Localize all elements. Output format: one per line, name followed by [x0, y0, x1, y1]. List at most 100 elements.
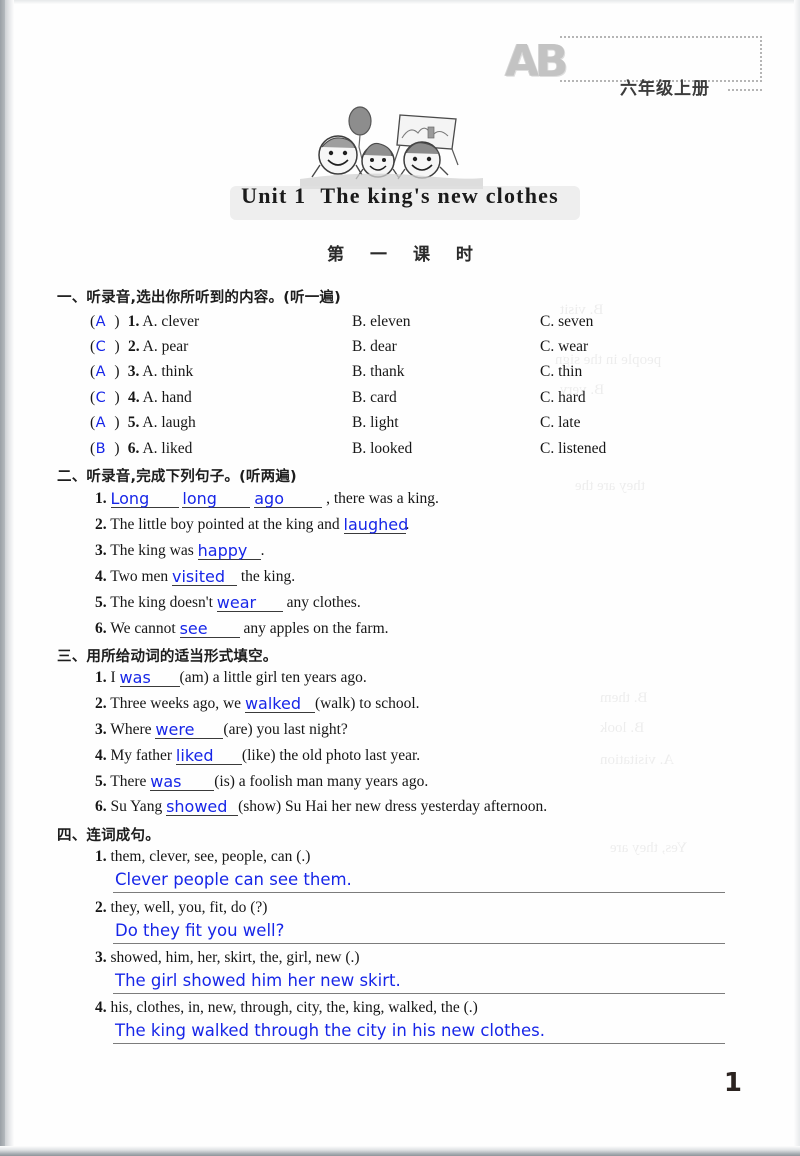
answer-text[interactable]: Clever people can see them. — [115, 870, 352, 889]
scrambled-words: they, well, you, fit, do (?) — [110, 899, 268, 916]
student-answer[interactable]: C — [96, 339, 106, 355]
page-header: AB 六年级上册 — [500, 32, 770, 99]
student-answer[interactable]: A — [96, 314, 106, 330]
option-b[interactable]: B. dear — [352, 338, 397, 356]
question-row: 1. them, clever, see, people, can (.) — [95, 848, 310, 866]
answer-text: wear — [216, 593, 257, 612]
header-dotted-underline — [728, 89, 762, 91]
answer-rule-line — [113, 943, 725, 944]
question-row: 5. There was (is) a foolish man many year… — [95, 772, 429, 792]
option-c[interactable]: C. hard — [540, 389, 586, 407]
option-c[interactable]: C. listened — [540, 440, 606, 458]
scan-edge-right — [794, 0, 800, 1156]
option-b[interactable]: B. card — [352, 389, 397, 407]
question-row: (A ) 5. A. laugh — [90, 414, 196, 432]
answer-blank[interactable]: liked — [175, 747, 242, 766]
student-answer[interactable]: A — [96, 364, 106, 380]
question-number: 5. — [95, 773, 107, 790]
verb-hint: (is) — [214, 773, 235, 790]
verb-hint: (am) — [179, 669, 209, 686]
answer-paren-close: ) — [105, 440, 121, 457]
answer-blank[interactable]: was — [119, 669, 180, 688]
option-c[interactable]: C. late — [540, 414, 580, 432]
question-number: 2. — [95, 899, 107, 916]
question-row: 4. Two men visited the king. — [95, 568, 295, 587]
answer-text: was — [150, 772, 182, 791]
question-number: 1. — [95, 490, 107, 507]
answer-paren-close: ) — [105, 414, 121, 431]
verb-hint: (show) — [238, 798, 282, 815]
sentence-head: We cannot — [110, 620, 180, 637]
sentence-head: Su Yang — [110, 798, 167, 815]
option-a[interactable]: A. laugh — [142, 414, 195, 431]
option-a[interactable]: A. hand — [143, 389, 192, 406]
sentence-tail: a little girl ten years ago. — [208, 669, 367, 686]
section-three-heading: 三、用所给动词的适当形式填空。 — [57, 649, 278, 665]
answer-blank[interactable]: laughed — [343, 516, 408, 535]
question-number: 2. — [95, 695, 107, 712]
question-number: 1. — [123, 313, 140, 330]
student-answer[interactable]: A — [96, 415, 106, 431]
option-c[interactable]: C. seven — [540, 313, 593, 331]
student-answer[interactable]: C — [96, 390, 106, 406]
question-row: 1. Long long ago , there was a king. — [95, 490, 439, 509]
answer-paren-close: ) — [105, 313, 121, 330]
student-answer[interactable]: B — [96, 441, 106, 457]
question-row: 6. We cannot see any apples on the farm. — [95, 620, 389, 639]
answer-rule-line — [113, 892, 725, 893]
option-a[interactable]: A. pear — [143, 338, 189, 355]
answer-paren-close: ) — [105, 389, 121, 406]
answer-blank[interactable]: visited — [172, 568, 237, 587]
option-c[interactable]: C. thin — [540, 363, 582, 381]
sentence-tail: the old photo last year. — [275, 747, 421, 764]
question-number: 4. — [95, 999, 107, 1016]
question-number: 3. — [95, 721, 107, 738]
option-c[interactable]: C. wear — [540, 338, 588, 356]
sentence-tail: any apples on the farm. — [239, 620, 389, 637]
option-b[interactable]: B. looked — [352, 440, 412, 458]
question-number: 4. — [124, 389, 140, 406]
sentence-head: There — [110, 773, 151, 790]
question-row: 4. his, clothes, in, new, through, city,… — [95, 999, 478, 1017]
answer-text[interactable]: Do they fit you well? — [115, 921, 284, 940]
sentence-head: Where — [110, 721, 156, 738]
answer-blank[interactable]: see — [179, 620, 240, 639]
answer-blank[interactable]: wear — [216, 593, 283, 613]
question-row: 6. Su Yang showed (show) Su Hai her new d… — [95, 798, 547, 817]
unit-title-main: The king's new clothes — [320, 183, 559, 208]
question-row: (A ) 1. A. clever — [90, 313, 199, 331]
scrambled-words: his, clothes, in, new, through, city, th… — [110, 999, 478, 1016]
answer-blank[interactable]: happy — [197, 542, 261, 561]
sentence-tail: a foolish man many years ago. — [234, 773, 429, 790]
answer-blank[interactable]: was — [150, 772, 215, 792]
option-b[interactable]: B. thank — [352, 363, 405, 381]
answer-blank[interactable]: ago — [254, 490, 323, 509]
sentence-head: Two men — [110, 568, 172, 585]
scrambled-words: them, clever, see, people, can (.) — [110, 848, 311, 865]
question-row: 3. The king was happy. — [95, 542, 265, 561]
lesson-title: 第 一 课 时 — [327, 245, 483, 265]
sentence-head: My father — [110, 747, 176, 764]
question-number: 6. — [123, 440, 140, 457]
logo-text: AB — [505, 36, 569, 87]
question-number: 3. — [123, 363, 140, 380]
answer-blank[interactable]: showed — [166, 798, 239, 817]
answer-paren-close: ) — [105, 338, 121, 355]
answer-blank[interactable]: long — [182, 490, 251, 509]
answer-rule-line — [113, 993, 725, 994]
question-row: 2. The little boy pointed at the king an… — [95, 516, 409, 535]
option-a[interactable]: A. clever — [142, 313, 199, 330]
option-a[interactable]: A. liked — [142, 440, 192, 457]
scan-edge-top — [0, 0, 800, 4]
option-b[interactable]: B. eleven — [352, 313, 411, 331]
answer-text[interactable]: The girl showed him her new skirt. — [115, 971, 401, 990]
answer-blank[interactable]: Long — [110, 490, 179, 509]
answer-blank[interactable]: were — [155, 721, 224, 740]
option-b[interactable]: B. light — [352, 414, 399, 432]
sentence-head: Three weeks ago, we — [110, 695, 245, 712]
option-a[interactable]: A. think — [142, 363, 193, 380]
answer-text[interactable]: The king walked through the city in his … — [115, 1021, 545, 1040]
question-row: (C ) 4. A. hand — [90, 389, 192, 407]
scan-edge-left-dark — [0, 0, 5, 1156]
answer-blank[interactable]: walked — [244, 695, 315, 714]
